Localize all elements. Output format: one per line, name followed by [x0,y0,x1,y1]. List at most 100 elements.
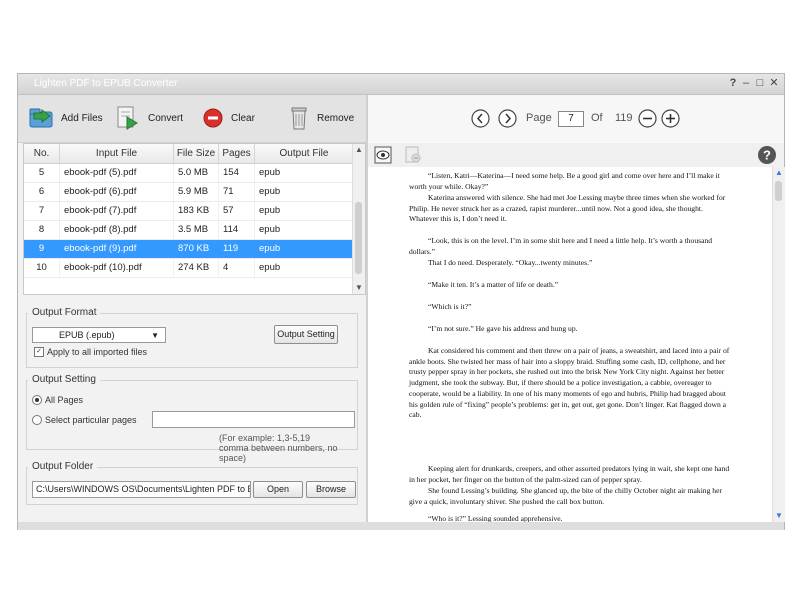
cell-file-size: 870 KB [174,240,219,258]
col-pages[interactable]: Pages [219,144,255,163]
convert-icon [117,106,138,130]
help-icon[interactable]: ? [757,145,777,165]
scroll-up-icon[interactable]: ▲ [773,167,785,179]
table-row[interactable]: 7 ebook-pdf (7).pdf 183 KB 57 epub [24,202,354,221]
svg-text:?: ? [763,148,771,163]
output-folder-path[interactable]: C:\Users\WINDOWS OS\Documents\Lighten PD… [32,481,251,498]
scroll-thumb[interactable] [775,181,782,201]
zoom-in-icon[interactable] [661,109,680,128]
cell-file-size: 5.9 MB [174,183,219,201]
app-window: Lighten PDF to EPUB Converter ? – □ ✕ Ad… [17,73,785,530]
scroll-down-icon[interactable]: ▼ [773,510,785,522]
remove-button[interactable]: Remove [288,105,354,131]
table-row[interactable]: 10 ebook-pdf (10).pdf 274 KB 4 epub [24,259,354,278]
file-list-scrollbar[interactable]: ▲ ▼ [352,144,365,294]
apply-all-checkbox[interactable]: ✓ Apply to all imported files [34,347,147,357]
output-format-value: EPUB (.epub) [59,330,115,340]
document-paragraph: “Make it ten. It’s a matter of life or d… [428,280,559,289]
page-number-input[interactable]: 7 [558,111,584,127]
zoom-out-icon[interactable] [638,109,657,128]
document-paragraph: Kat considered his comment and then thre… [409,346,730,420]
cell-output-file: epub [255,183,354,201]
table-row[interactable]: 9 ebook-pdf (9).pdf 870 KB 119 epub [24,240,354,259]
file-table-body: 5 ebook-pdf (5).pdf 5.0 MB 154 epub 6 ebook-pd… [24,164,354,278]
radio-selected-icon [32,395,42,405]
preview-eye-icon[interactable] [374,146,392,164]
cell-input-file: ebook-pdf (5).pdf [60,164,174,182]
cell-input-file: ebook-pdf (7).pdf [60,202,174,220]
cell-no: 5 [24,164,60,182]
cell-file-size: 183 KB [174,202,219,220]
maximize-button[interactable]: □ [754,77,766,90]
col-input-file[interactable]: Input File [60,144,174,163]
pages-hint: (For example: 1,3-5,19 comma between num… [219,433,366,463]
cell-file-size: 3.5 MB [174,221,219,239]
scroll-thumb[interactable] [355,202,362,274]
output-format-select[interactable]: EPUB (.epub) ▼ [32,327,166,343]
output-folder-label: Output Folder [28,461,98,472]
cell-pages: 4 [219,259,255,277]
all-pages-radio[interactable]: All Pages [32,395,83,405]
document-paragraph: Katerina answered with silence. She had … [409,193,726,224]
cell-input-file: ebook-pdf (9).pdf [60,240,174,258]
document-paragraph: That I do need. Desperately. “Okay...twe… [428,258,593,267]
document-preview[interactable]: “Listen, Katri—Katerina—I need some help… [368,167,772,522]
next-page-icon[interactable] [498,109,517,128]
open-button[interactable]: Open [253,481,303,498]
file-table-header: No. Input File File Size Pages Output Fi… [24,144,354,164]
cell-no: 10 [24,259,60,277]
preview-panel: Page 7 Of 119 ? “Listen, Katri—Katerina—… [368,95,785,522]
previous-page-icon[interactable] [471,109,490,128]
col-no[interactable]: No. [24,144,60,163]
document-paragraph: Keeping alert for drunkards, creepers, a… [409,464,730,484]
close-button[interactable]: ✕ [768,77,780,90]
help-button[interactable]: ? [727,77,739,90]
cell-output-file: epub [255,259,354,277]
document-paragraph: “I’m not sure.” He gave his address and … [428,324,578,333]
output-setting-button[interactable]: Output Setting [274,325,338,344]
col-output-file[interactable]: Output File [255,144,354,163]
col-file-size[interactable]: File Size [174,144,219,163]
clear-button[interactable]: Clear [202,105,255,131]
cell-output-file: epub [255,221,354,239]
table-row[interactable]: 8 ebook-pdf (8).pdf 3.5 MB 114 epub [24,221,354,240]
remove-label: Remove [317,112,355,124]
cell-input-file: ebook-pdf (10).pdf [60,259,174,277]
document-paragraph: “Listen, Katri—Katerina—I need some help… [409,171,720,191]
table-row[interactable]: 6 ebook-pdf (6).pdf 5.9 MB 71 epub [24,183,354,202]
title-bar: Lighten PDF to EPUB Converter ? – □ ✕ [18,74,784,95]
file-table[interactable]: No. Input File File Size Pages Output Fi… [23,143,366,295]
table-row[interactable]: 5 ebook-pdf (5).pdf 5.0 MB 154 epub [24,164,354,183]
convert-button[interactable]: Convert [115,105,183,131]
pages-input[interactable] [152,411,355,428]
scroll-up-icon[interactable]: ▲ [353,144,365,156]
cell-pages: 71 [219,183,255,201]
scroll-down-icon[interactable]: ▼ [353,282,365,294]
cell-no: 9 [24,240,60,258]
convert-label: Convert [148,112,184,124]
cell-input-file: ebook-pdf (6).pdf [60,183,174,201]
chevron-down-icon: ▼ [151,331,159,340]
select-pages-radio[interactable]: Select particular pages [32,415,137,425]
left-panel: Add Files Convert Clear Remove No. Input… [18,95,366,522]
document-paragraph: “Who is it?” Lessing sounded apprehensiv… [428,514,563,522]
page-label: Page [526,112,552,124]
page-navigation: Page 7 Of 119 [368,95,784,142]
minimize-button[interactable]: – [740,77,752,90]
window-title: Lighten PDF to EPUB Converter [34,78,178,89]
cell-output-file: epub [255,240,354,258]
status-bar [18,522,784,530]
radio-unselected-icon [32,415,42,425]
cell-file-size: 274 KB [174,259,219,277]
preview-scrollbar[interactable]: ▲ ▼ [772,167,785,522]
cell-pages: 57 [219,202,255,220]
pages-hint-line2: comma between numbers, no space) [219,443,338,463]
select-pages-label: Select particular pages [45,415,137,425]
of-label: Of [591,112,603,124]
cell-no: 6 [24,183,60,201]
apply-all-label: Apply to all imported files [47,347,148,357]
output-setting-label: Output Setting [28,374,100,385]
add-files-label: Add Files [61,112,103,124]
add-files-button[interactable]: Add Files [28,105,103,131]
browse-button[interactable]: Browse [306,481,356,498]
